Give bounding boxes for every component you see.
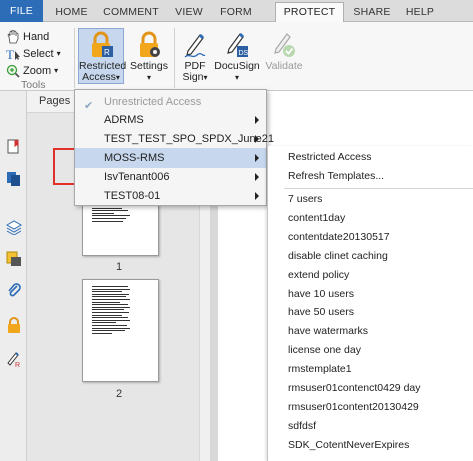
- submenu-arrow-icon: [255, 135, 259, 143]
- chevron-down-icon: ▾: [56, 49, 61, 58]
- submenu-item-template[interactable]: rmsuser01content20130429: [288, 401, 419, 413]
- svg-text:R: R: [15, 362, 20, 367]
- restricted-access-button[interactable]: R Restricted Access▾: [78, 28, 126, 84]
- tab-comment[interactable]: COMMENT: [98, 3, 164, 22]
- docusign-label: DocuSign: [214, 60, 260, 72]
- pdf-sign-label-2: Sign: [182, 71, 204, 83]
- submenu-item-restricted-access[interactable]: Restricted Access: [288, 151, 371, 163]
- submenu-item-template[interactable]: have watermarks: [288, 325, 368, 337]
- lock-settings-icon: [140, 31, 160, 57]
- submenu-item-template[interactable]: 7 users: [288, 193, 322, 205]
- restricted-access-menu: ✔ Unrestricted Access ADRMS TEST_TEST_SP…: [74, 89, 274, 206]
- pages-icon[interactable]: [6, 171, 22, 187]
- menu-item-adrms[interactable]: ADRMS: [75, 110, 266, 130]
- submenu-item-template[interactable]: SDK_CotentNeverExpires: [288, 439, 409, 451]
- svg-text:R: R: [104, 48, 110, 57]
- thumbnail-text-lines: [92, 286, 132, 335]
- validate-button[interactable]: Validate: [262, 28, 306, 84]
- chevron-down-icon: ▾: [203, 73, 208, 82]
- settings-button[interactable]: Settings ▾: [127, 28, 171, 84]
- validate-label: Validate: [265, 60, 303, 72]
- lock-icon: R: [92, 31, 113, 57]
- svg-text:DS: DS: [239, 50, 249, 57]
- navigation-panel-bar: R: [0, 91, 27, 461]
- chevron-down-icon: ▾: [115, 73, 120, 82]
- moss-rms-submenu: Restricted Access Refresh Templates... 7…: [267, 146, 473, 461]
- settings-label: Settings: [130, 60, 168, 72]
- submenu-item-template[interactable]: rmstemplate1: [288, 363, 352, 375]
- pdf-sign-button[interactable]: PDF Sign▾: [178, 28, 212, 84]
- hand-tool-button[interactable]: Hand: [6, 28, 49, 45]
- chevron-down-icon: ▾: [146, 73, 151, 82]
- submenu-arrow-icon: [255, 192, 259, 200]
- submenu-arrow-icon: [255, 173, 259, 181]
- pen-sign-icon: [184, 33, 206, 58]
- tab-share[interactable]: SHARE: [344, 3, 400, 22]
- tab-home[interactable]: HOME: [50, 3, 93, 22]
- ribbon-tab-bar: FILE HOME COMMENT VIEW FORM PROTECT SHAR…: [0, 0, 473, 22]
- tab-form[interactable]: FORM: [212, 3, 260, 22]
- submenu-item-refresh-templates[interactable]: Refresh Templates...: [288, 170, 384, 182]
- submenu-item-template[interactable]: sdfdsf: [288, 420, 316, 432]
- menu-item-test08-01[interactable]: TEST08-01: [75, 186, 266, 206]
- submenu-divider: [284, 188, 473, 189]
- submenu-item-template[interactable]: rmsuser01contenct0429 day: [288, 382, 421, 394]
- submenu-item-template[interactable]: have 10 users: [288, 288, 354, 300]
- submenu-item-template[interactable]: disable clinet caching: [288, 250, 388, 262]
- group-separator: [74, 28, 75, 88]
- submenu-arrow-icon: [255, 154, 259, 162]
- tab-help[interactable]: HELP: [400, 3, 440, 22]
- hand-label: Hand: [23, 30, 50, 43]
- submenu-item-template[interactable]: license one day: [288, 344, 361, 356]
- text-select-icon: T: [6, 47, 20, 61]
- docusign-button[interactable]: DS DocuSign ▾: [214, 28, 260, 84]
- zoom-tool-button[interactable]: Zoom ▾: [6, 62, 58, 79]
- validate-icon: [274, 33, 295, 57]
- chevron-down-icon: ▾: [54, 66, 59, 75]
- chevron-down-icon: ▾: [234, 73, 239, 82]
- select-label: Select: [23, 47, 54, 60]
- tab-protect[interactable]: PROTECT: [275, 2, 344, 22]
- tab-view[interactable]: VIEW: [168, 3, 210, 22]
- ribbon: Hand T Select ▾ Zoom ▾ Tools R Restricte…: [0, 22, 473, 91]
- zoom-icon: [6, 64, 20, 78]
- comments-icon[interactable]: [6, 251, 22, 267]
- group-separator: [174, 28, 175, 88]
- tab-file[interactable]: FILE: [0, 0, 43, 22]
- pages-panel-title: Pages: [39, 95, 71, 107]
- submenu-item-template[interactable]: contentdate20130517: [288, 231, 390, 243]
- docusign-icon: DS: [227, 32, 249, 57]
- hand-icon: [7, 29, 19, 43]
- page-number-1: 1: [116, 261, 123, 273]
- menu-item-unrestricted-access[interactable]: ✔ Unrestricted Access: [75, 92, 266, 112]
- attachment-icon[interactable]: [6, 283, 22, 299]
- submenu-arrow-icon: [255, 116, 259, 124]
- menu-item-isvtenant006[interactable]: IsvTenant006: [75, 167, 266, 187]
- tools-group-label: Tools: [21, 79, 46, 91]
- select-tool-button[interactable]: T Select ▾: [6, 45, 61, 62]
- security-lock-icon[interactable]: [6, 317, 22, 333]
- zoom-label: Zoom: [23, 64, 52, 77]
- layers-icon[interactable]: [6, 219, 22, 235]
- submenu-item-template[interactable]: content1day: [288, 212, 345, 224]
- bookmark-icon[interactable]: [6, 139, 22, 155]
- restricted-access-label-2: Access: [82, 71, 116, 83]
- submenu-item-template[interactable]: have 50 users: [288, 306, 354, 318]
- menu-item-test-spo[interactable]: TEST_TEST_SPO_SPDX_June21: [75, 129, 274, 149]
- page-number-2: 2: [116, 388, 123, 400]
- submenu-item-template[interactable]: extend policy: [288, 269, 349, 281]
- page-thumbnail-2[interactable]: [82, 279, 159, 382]
- signature-icon[interactable]: R: [6, 351, 22, 367]
- menu-item-moss-rms[interactable]: MOSS-RMS: [75, 148, 266, 168]
- svg-text:T: T: [6, 47, 14, 61]
